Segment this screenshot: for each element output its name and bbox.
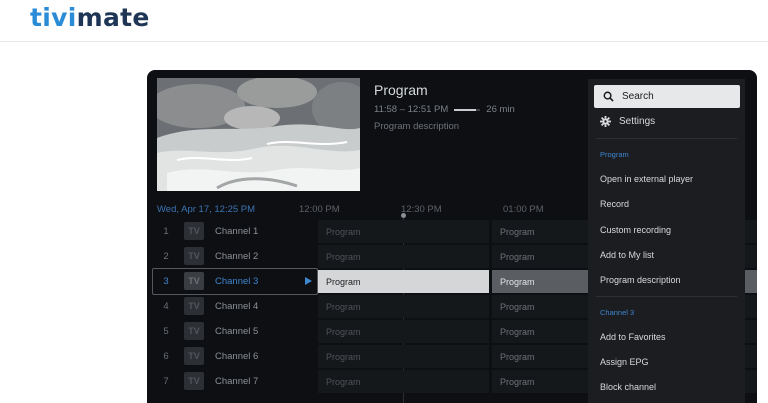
program-info: Program 11:58 – 12:51 PM 26 min Program … (374, 82, 515, 132)
block-channel-item[interactable]: Block channel (600, 382, 656, 392)
settings-label: Settings (619, 116, 656, 127)
search-menu-item[interactable]: Search (594, 85, 740, 108)
program-cell[interactable]: Program (318, 370, 489, 393)
settings-menu-item[interactable]: Settings (600, 116, 655, 127)
program-description-item[interactable]: Program description (600, 275, 681, 285)
channel-number: 5 (163, 326, 169, 337)
program-cell[interactable]: Program (318, 320, 489, 343)
channel-name: Channel 5 (215, 326, 259, 337)
page: tivimate Program 11:58 – 12:51 PM 26 min… (0, 0, 768, 403)
program-cell[interactable]: Program (318, 220, 489, 243)
now-indicator-dot (401, 213, 406, 218)
time-range: 11:58 – 12:51 PM (374, 104, 449, 115)
channel-logo: TV (184, 222, 204, 240)
time-marker: 01:00 PM (503, 204, 544, 215)
add-to-my-list-item[interactable]: Add to My list (600, 250, 654, 260)
add-to-favorites-item[interactable]: Add to Favorites (600, 332, 666, 342)
program-title: Program (374, 82, 428, 98)
channel-logo: TV (184, 272, 204, 290)
tivimate-logo[interactable]: tivimate (30, 3, 150, 32)
logo-rest: mate (76, 3, 150, 32)
channel-name: Channel 3 (215, 276, 259, 287)
channel-name: Channel 1 (215, 226, 259, 237)
program-section-header: Program (600, 150, 629, 159)
water-rapids-image (157, 78, 360, 191)
progress-fill (454, 108, 477, 111)
open-external-player-item[interactable]: Open in external player (600, 174, 693, 184)
channel-name: Channel 2 (215, 251, 259, 262)
channel-number: 6 (163, 351, 169, 362)
channel-logo: TV (184, 347, 204, 365)
channel-name: Channel 7 (215, 376, 259, 387)
search-icon (603, 91, 614, 102)
time-marker: 12:00 PM (299, 204, 340, 215)
custom-recording-item[interactable]: Custom recording (600, 225, 671, 235)
channel-number: 4 (163, 301, 169, 312)
current-date: Wed, Apr 17, 12:25 PM (157, 204, 256, 215)
channel-name: Channel 4 (215, 301, 259, 312)
menu-divider (596, 296, 737, 297)
tv-screen: Program 11:58 – 12:51 PM 26 min Program … (147, 70, 757, 403)
menu-divider (596, 138, 737, 139)
program-cell[interactable]: Program (318, 345, 489, 368)
program-cell-focused[interactable]: Program (318, 270, 489, 293)
program-cell[interactable]: Program (318, 245, 489, 268)
channel-number: 7 (163, 376, 169, 387)
video-preview[interactable] (157, 78, 360, 191)
program-description: Program description (374, 121, 460, 132)
record-item[interactable]: Record (600, 199, 629, 209)
site-header: tivimate (0, 0, 768, 42)
progress-bar (454, 108, 481, 111)
channel-logo: TV (184, 372, 204, 390)
program-time: 11:58 – 12:51 PM 26 min (374, 104, 515, 115)
time-marker: 12:30 PM (401, 204, 442, 215)
channel-logo: TV (184, 297, 204, 315)
gear-icon (600, 116, 611, 127)
channel-name: Channel 6 (215, 351, 259, 362)
duration: 26 min (486, 104, 515, 115)
channel-number: 2 (163, 251, 169, 262)
channel-number: 1 (163, 226, 169, 237)
search-label: Search (622, 91, 654, 102)
program-cell[interactable]: Program (318, 295, 489, 318)
channel-number: 3 (163, 276, 169, 287)
channel-section-header: Channel 3 (600, 308, 635, 317)
context-menu: Search Settings Program Open in external… (588, 79, 745, 403)
logo-brand: tivi (30, 3, 77, 32)
assign-epg-item[interactable]: Assign EPG (600, 357, 649, 367)
channel-logo: TV (184, 322, 204, 340)
channel-logo: TV (184, 247, 204, 265)
play-icon (305, 277, 312, 285)
